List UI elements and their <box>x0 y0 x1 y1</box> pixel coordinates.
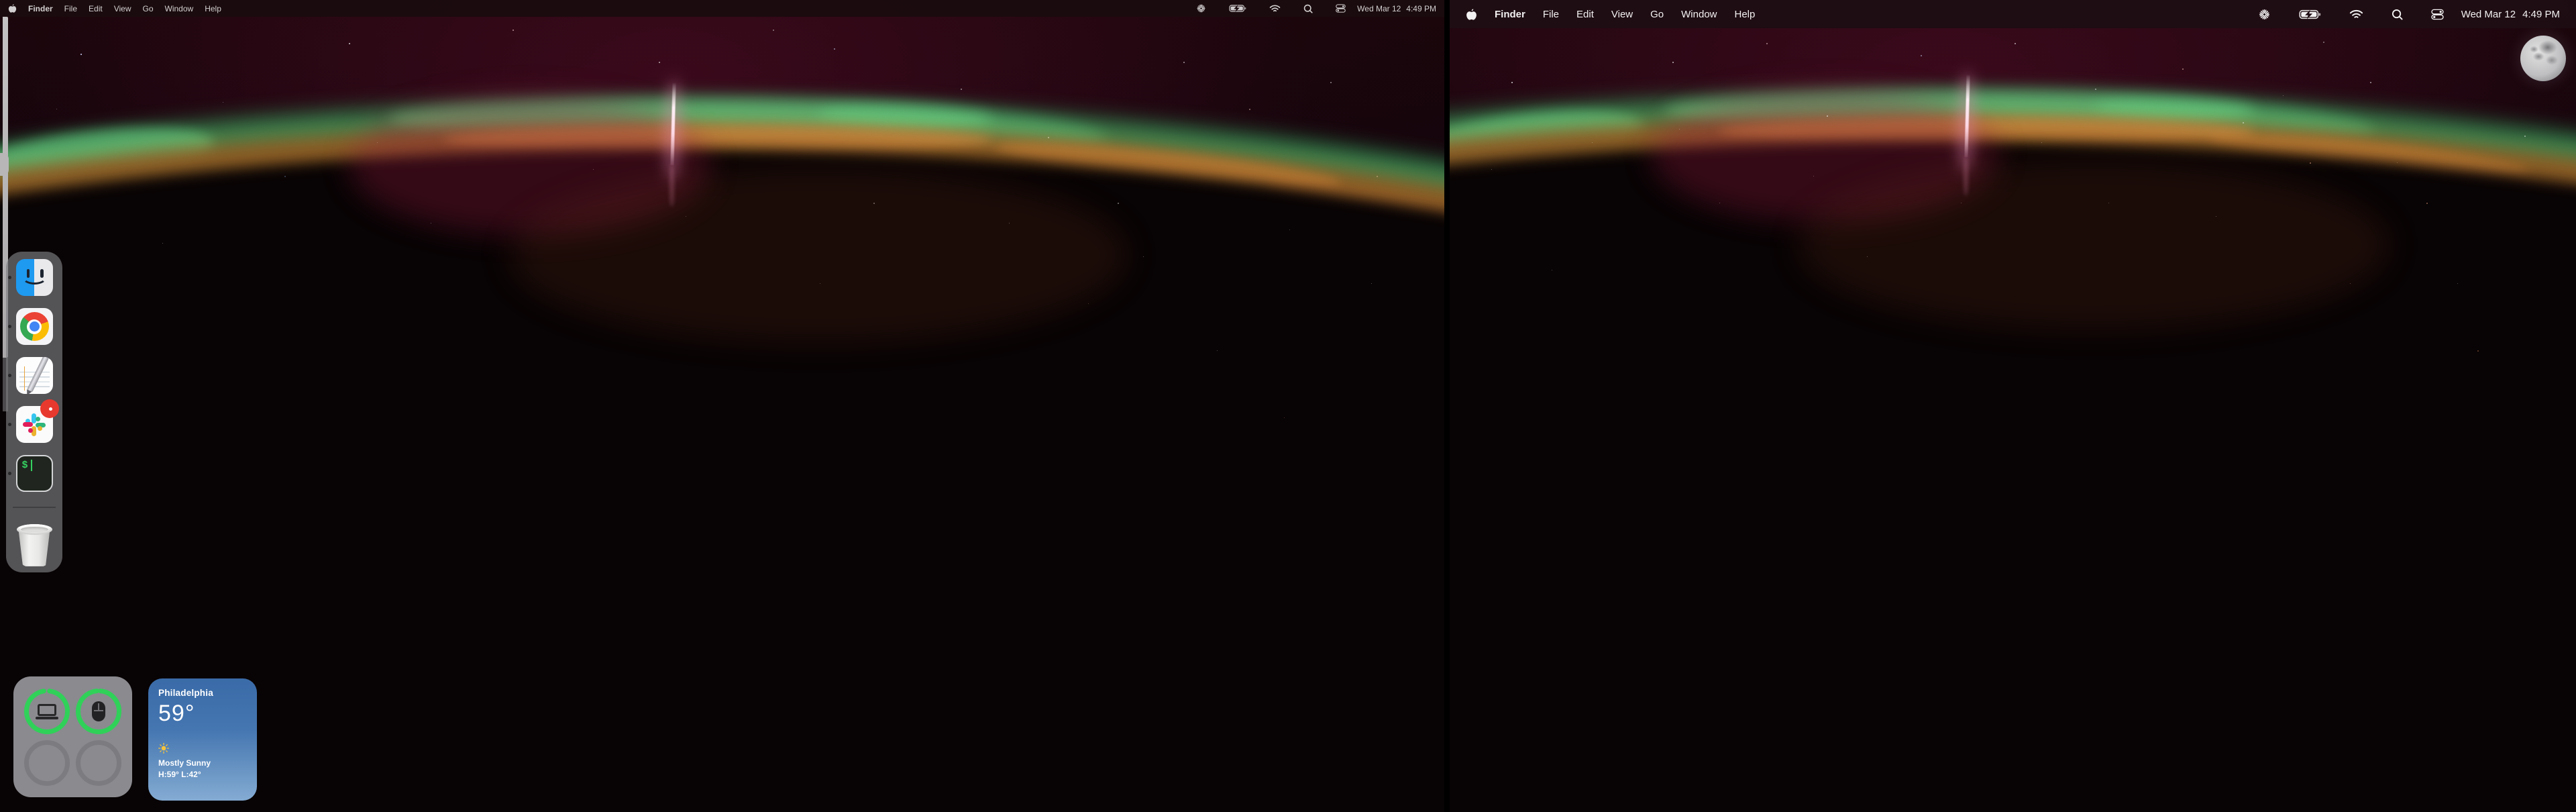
battery-charging-icon[interactable] <box>2299 9 2321 20</box>
aurora-streak-tail <box>1964 156 1968 196</box>
sun-icon <box>158 743 169 754</box>
dock-item-finder[interactable] <box>16 259 53 296</box>
wifi-icon[interactable] <box>2349 9 2363 19</box>
terminal-icon: $ <box>16 455 53 492</box>
menu-edit[interactable]: Edit <box>1576 9 1594 20</box>
apple-menu-icon[interactable] <box>1466 8 1477 21</box>
date-text: Wed Mar 12 <box>2461 9 2516 20</box>
dock-item-trash[interactable] <box>16 524 53 567</box>
dock-item-chrome[interactable] <box>16 308 53 345</box>
control-center-icon[interactable] <box>1336 3 1346 13</box>
battery-ring-laptop <box>23 687 71 735</box>
date-text: Wed Mar 12 <box>1357 4 1401 13</box>
control-center-icon[interactable] <box>2431 8 2444 21</box>
menu-bar-clock[interactable]: Wed Mar 12 4:49 PM <box>2461 9 2560 20</box>
menu-view[interactable]: View <box>114 4 131 13</box>
notification-badge <box>40 399 59 418</box>
wifi-icon[interactable] <box>1269 4 1281 13</box>
display-right: Finder File Edit View Go Window Help <box>1450 0 2576 812</box>
chrome-icon <box>16 308 53 345</box>
textedit-icon <box>16 357 53 394</box>
battery-ring-mouse <box>74 687 123 735</box>
terminal-prompt: $ <box>22 460 28 471</box>
menu-file[interactable]: File <box>64 4 77 13</box>
search-icon[interactable] <box>2392 9 2403 20</box>
active-app-name[interactable]: Finder <box>1495 9 1525 20</box>
search-icon[interactable] <box>1303 4 1313 13</box>
terminal-cursor <box>31 460 33 471</box>
laptop-icon <box>36 704 58 719</box>
batteries-widget[interactable] <box>13 676 132 797</box>
slack-icon <box>16 406 53 443</box>
finder-icon <box>16 259 53 296</box>
menu-bar-clock[interactable]: Wed Mar 12 4:49 PM <box>1357 4 1436 13</box>
dock-item-textedit[interactable] <box>16 357 53 394</box>
weather-temperature: 59° <box>158 701 247 727</box>
menu-bar-left: Finder File Edit View Go Window Help <box>0 0 1444 17</box>
menu-go[interactable]: Go <box>143 4 154 13</box>
apple-menu-icon[interactable] <box>8 3 17 13</box>
running-indicator <box>8 325 11 328</box>
aurora-streak-tail <box>669 164 674 207</box>
menu-window[interactable]: Window <box>165 4 194 13</box>
trash-icon <box>19 529 50 567</box>
gear-icon[interactable] <box>2258 8 2271 21</box>
weather-high-low: H:59° L:42° <box>158 770 247 779</box>
weather-city: Philadelphia <box>158 688 247 698</box>
trash-rim <box>17 524 52 535</box>
display-left: Finder File Edit View Go Window Help <box>0 0 1444 812</box>
weather-condition: Mostly Sunny <box>158 758 247 768</box>
battery-ring-empty <box>23 739 71 787</box>
time-text: 4:49 PM <box>2522 9 2560 20</box>
menu-edit[interactable]: Edit <box>89 4 103 13</box>
running-indicator <box>8 374 11 377</box>
battery-charging-icon[interactable] <box>1229 4 1246 13</box>
weather-widget[interactable]: Philadelphia 59° Mostly Sunny H:59° L:42… <box>148 678 257 801</box>
dock: $ <box>6 252 62 572</box>
menu-window[interactable]: Window <box>1681 9 1717 20</box>
menu-help[interactable]: Help <box>1735 9 1756 20</box>
gear-icon[interactable] <box>1196 3 1206 13</box>
background-window-corner <box>0 153 9 176</box>
running-indicator <box>8 472 11 475</box>
menu-go[interactable]: Go <box>1650 9 1664 20</box>
battery-ring-empty <box>74 739 123 787</box>
menu-bar-right: Finder File Edit View Go Window Help <box>1450 0 2576 28</box>
time-text: 4:49 PM <box>1406 4 1436 13</box>
menu-view[interactable]: View <box>1611 9 1633 20</box>
menu-help[interactable]: Help <box>205 4 221 13</box>
running-indicator <box>8 423 11 426</box>
active-app-name[interactable]: Finder <box>28 4 53 13</box>
menu-file[interactable]: File <box>1543 9 1559 20</box>
running-indicator <box>8 276 11 279</box>
dock-item-terminal[interactable]: $ <box>16 455 53 492</box>
wallpaper-right <box>1450 0 2576 812</box>
moon <box>2520 36 2566 81</box>
under-arc-warm-glow <box>1799 161 2389 329</box>
mouse-icon <box>92 701 105 721</box>
dock-divider <box>13 507 56 508</box>
dock-item-slack[interactable] <box>16 406 53 443</box>
under-arc-warm-glow <box>510 168 1127 342</box>
